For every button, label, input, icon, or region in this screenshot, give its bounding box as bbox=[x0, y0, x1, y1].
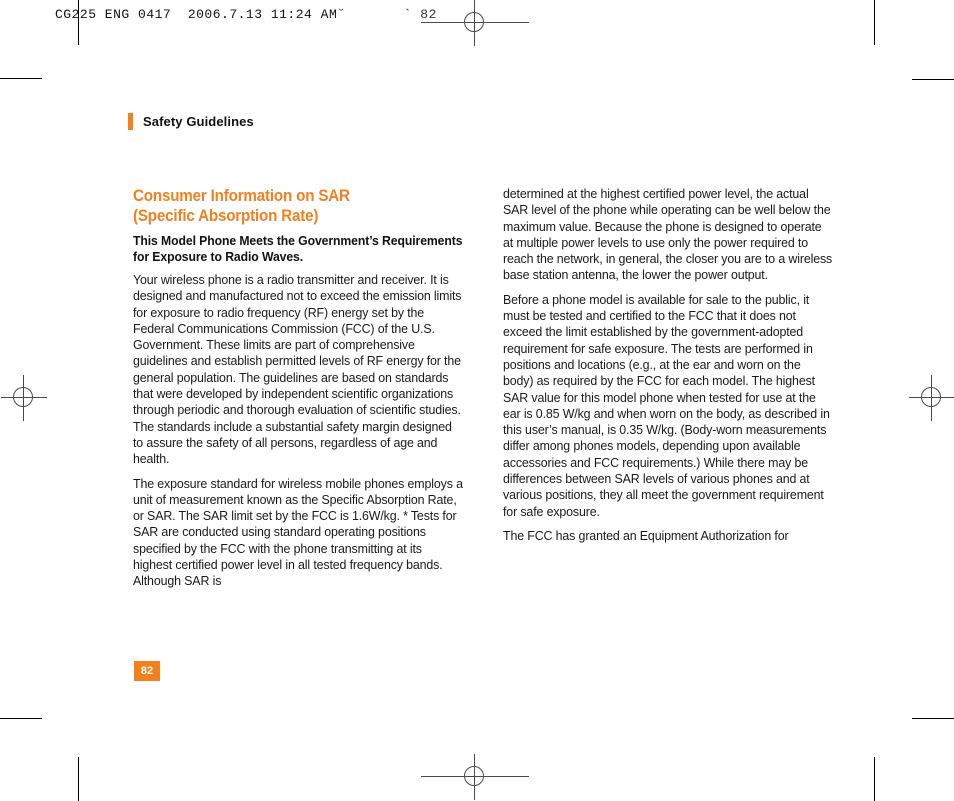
section-title: Consumer Information on SAR (Specific Ab… bbox=[133, 186, 464, 226]
running-head: Safety Guidelines bbox=[128, 113, 254, 130]
page-number-badge: 82 bbox=[134, 661, 160, 681]
section-title-line-2: (Specific Absorption Rate) bbox=[133, 207, 319, 225]
text-column-left: Consumer Information on SAR (Specific Ab… bbox=[133, 186, 463, 590]
paragraph: determined at the highest certified powe… bbox=[503, 186, 833, 283]
running-head-accent-rule bbox=[128, 113, 133, 130]
paragraph: Your wireless phone is a radio transmitt… bbox=[133, 272, 462, 467]
section-subtitle: This Model Phone Meets the Government’s … bbox=[133, 233, 463, 264]
paragraph: The exposure standard for wireless mobil… bbox=[133, 475, 463, 589]
printed-page: Safety Guidelines Consumer Information o… bbox=[0, 0, 954, 801]
section-title-line-1: Consumer Information on SAR bbox=[133, 187, 350, 205]
page-number: 82 bbox=[140, 664, 154, 677]
text-column-right: determined at the highest certified powe… bbox=[503, 186, 833, 544]
paragraph: Before a phone model is available for sa… bbox=[503, 291, 830, 519]
paragraph: The FCC has granted an Equipment Authori… bbox=[503, 527, 789, 543]
running-head-label: Safety Guidelines bbox=[143, 114, 254, 129]
